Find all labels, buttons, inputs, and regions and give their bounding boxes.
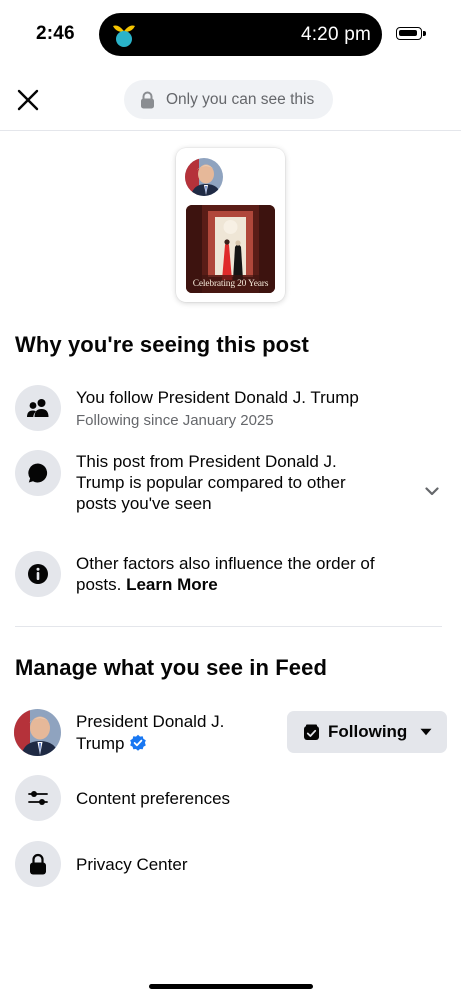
post-author-avatar xyxy=(185,158,223,196)
battery-icon xyxy=(396,27,422,40)
comment-bubble-icon xyxy=(28,463,48,483)
why-section-title: Why you're seeing this post xyxy=(15,332,309,357)
reason-other-line-2: posts. Learn More xyxy=(76,574,375,595)
battery-tip xyxy=(423,31,426,36)
home-indicator[interactable] xyxy=(149,984,313,989)
content-preferences-icon-wrap[interactable] xyxy=(15,775,61,821)
lock-icon xyxy=(140,91,156,109)
privacy-label: Only you can see this xyxy=(166,90,315,108)
header-divider xyxy=(0,130,461,131)
privacy-center-item[interactable]: Privacy Center xyxy=(76,854,187,875)
close-button[interactable] xyxy=(14,86,42,114)
following-button[interactable]: Following xyxy=(287,711,447,753)
following-icon xyxy=(304,724,319,740)
expand-reason-button[interactable] xyxy=(424,485,440,497)
reason-info-icon-wrap xyxy=(15,551,61,597)
lock-icon xyxy=(30,853,46,875)
manage-section-title: Manage what you see in Feed xyxy=(15,655,327,680)
reason-popular-line-2: Trump is popular compared to other xyxy=(76,473,346,492)
chevron-down-icon xyxy=(425,486,439,495)
profile-name[interactable]: President Donald J. Trump xyxy=(76,711,266,754)
reason-follow-text: You follow President Donald J. Trump xyxy=(76,388,359,407)
post-preview-card[interactable]: Celebrating 20 Years xyxy=(176,148,285,302)
reason-popular-line-1: This post from President Donald J. xyxy=(76,452,337,471)
reason-popular-line-3: posts you've seen xyxy=(76,494,212,513)
profile-avatar[interactable] xyxy=(14,709,61,756)
reason-follow-icon-wrap xyxy=(15,385,61,431)
post-image: Celebrating 20 Years xyxy=(186,205,275,293)
profile-name-line-2: Trump xyxy=(76,733,266,755)
following-button-label: Following xyxy=(328,722,408,741)
privacy-indicator: Only you can see this xyxy=(124,80,333,119)
app-activity-icon xyxy=(109,20,139,50)
profile-name-last: Trump xyxy=(76,733,125,753)
reason-other-text: Other factors also influence the order o… xyxy=(76,553,375,595)
reason-other-line-1: Other factors also influence the order o… xyxy=(76,554,375,573)
post-image-caption: Celebrating 20 Years xyxy=(192,279,269,289)
caret-down-icon xyxy=(420,728,432,736)
learn-more-link[interactable]: Learn More xyxy=(126,575,218,594)
reason-popular-icon-wrap xyxy=(15,450,61,496)
sliders-icon xyxy=(28,791,48,805)
verified-badge-icon xyxy=(129,734,146,751)
info-icon xyxy=(28,564,48,584)
reason-other-tail: posts. xyxy=(76,575,127,594)
people-icon xyxy=(27,399,49,417)
reason-popular-text: This post from President Donald J. Trump… xyxy=(76,451,346,514)
privacy-center-icon-wrap[interactable] xyxy=(15,841,61,887)
content-preferences-item[interactable]: Content preferences xyxy=(76,788,230,809)
close-icon xyxy=(17,89,39,111)
dynamic-island[interactable]: 4:20 pm xyxy=(99,13,382,56)
status-bar-time: 2:46 xyxy=(36,23,75,44)
reason-follow-subtext: Following since January 2025 xyxy=(76,412,274,429)
section-divider xyxy=(15,626,442,627)
island-timer: 4:20 pm xyxy=(300,24,371,45)
profile-name-line-1: President Donald J. xyxy=(76,712,225,731)
